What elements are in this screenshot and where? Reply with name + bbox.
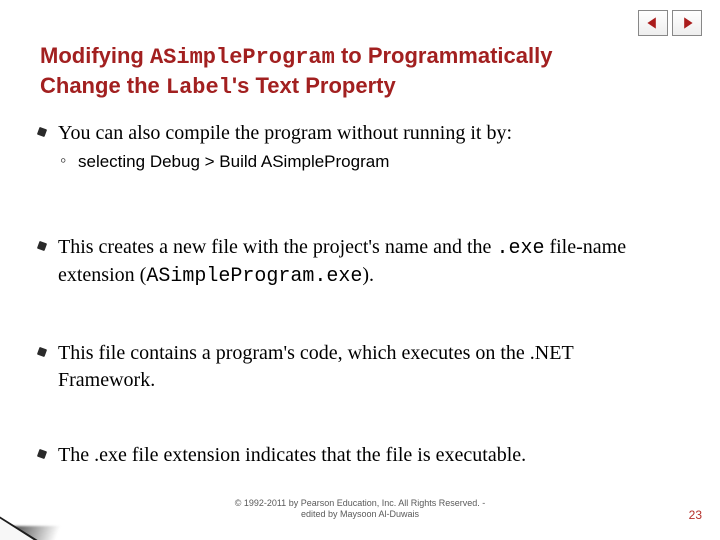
slide: Modifying ASimpleProgram to Programmatic… (0, 0, 720, 540)
triangle-left-icon (646, 16, 660, 30)
bullet-2-code-1: .exe (496, 237, 544, 260)
footer-line-2: edited by Maysoon Al-Duwais (0, 509, 720, 520)
prev-button[interactable] (638, 10, 668, 36)
bullet-4-text: The .exe file extension indicates that t… (58, 444, 526, 466)
next-button[interactable] (672, 10, 702, 36)
bullet-1-text: You can also compile the program without… (58, 122, 512, 144)
bullet-2-text-a: This creates a new file with the project… (58, 236, 496, 258)
page-number: 23 (689, 508, 702, 522)
footer: © 1992-2011 by Pearson Education, Inc. A… (0, 498, 720, 521)
title-code-1: ASimpleProgram (150, 45, 335, 70)
title-code-2: Label (166, 75, 232, 100)
title-text-pre: Modifying (40, 43, 150, 68)
sub-bullet-1-text: selecting Debug > Build ASimpleProgram (78, 152, 389, 171)
sub-list: selecting Debug > Build ASimpleProgram (60, 151, 672, 174)
bullet-4: The .exe file extension indicates that t… (38, 442, 672, 469)
bullet-2-code-2: ASimpleProgram.exe (146, 265, 362, 288)
title-text-post: 's Text Property (232, 73, 396, 98)
bullet-3-text: This file contains a program's code, whi… (58, 342, 573, 391)
bullet-1: You can also compile the program without… (38, 120, 672, 174)
sub-bullet-1: selecting Debug > Build ASimpleProgram (60, 151, 672, 174)
slide-title: Modifying ASimpleProgram to Programmatic… (40, 42, 630, 101)
bullet-2: This creates a new file with the project… (38, 234, 672, 290)
footer-line-1: © 1992-2011 by Pearson Education, Inc. A… (0, 498, 720, 509)
nav-buttons (638, 10, 702, 36)
triangle-right-icon (680, 16, 694, 30)
bullet-2-text-c: ). (362, 264, 374, 286)
slide-body: You can also compile the program without… (38, 120, 672, 469)
bullet-list: You can also compile the program without… (38, 120, 672, 469)
bullet-3: This file contains a program's code, whi… (38, 340, 672, 394)
